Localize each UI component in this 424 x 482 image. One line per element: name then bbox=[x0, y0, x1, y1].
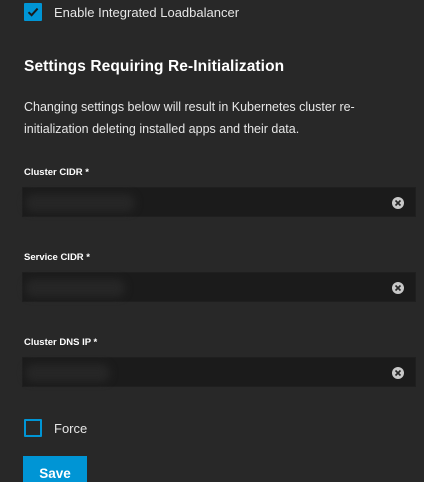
loadbalancer-checkbox[interactable] bbox=[24, 3, 42, 21]
service-cidr-label: Service CIDR * bbox=[24, 252, 91, 263]
cluster-dns-ip-field[interactable] bbox=[22, 357, 416, 387]
cluster-dns-ip-label: Cluster DNS IP * bbox=[24, 337, 98, 348]
clear-icon[interactable] bbox=[392, 197, 404, 209]
cluster-cidr-field[interactable] bbox=[22, 187, 416, 217]
loadbalancer-label: Enable Integrated Loadbalancer bbox=[54, 4, 240, 20]
cluster-dns-ip-input[interactable] bbox=[23, 358, 415, 386]
loadbalancer-checkbox-row[interactable]: Enable Integrated Loadbalancer bbox=[24, 3, 239, 21]
force-checkbox[interactable] bbox=[24, 419, 42, 437]
force-label: Force bbox=[54, 420, 88, 436]
service-cidr-field[interactable] bbox=[22, 272, 416, 302]
clear-icon[interactable] bbox=[392, 367, 404, 379]
service-cidr-input[interactable] bbox=[23, 273, 415, 301]
save-button[interactable]: Save bbox=[23, 456, 87, 482]
kubernetes-settings-form: Enable Integrated Loadbalancer Settings … bbox=[0, 0, 424, 482]
cluster-cidr-input[interactable] bbox=[23, 188, 415, 216]
force-checkbox-row[interactable]: Force bbox=[24, 419, 87, 437]
section-title: Settings Requiring Re-Initialization bbox=[24, 58, 285, 75]
section-description: Changing settings below will result in K… bbox=[24, 100, 355, 136]
cluster-cidr-label: Cluster CIDR * bbox=[24, 167, 89, 178]
clear-icon[interactable] bbox=[392, 282, 404, 294]
check-icon bbox=[27, 7, 39, 17]
